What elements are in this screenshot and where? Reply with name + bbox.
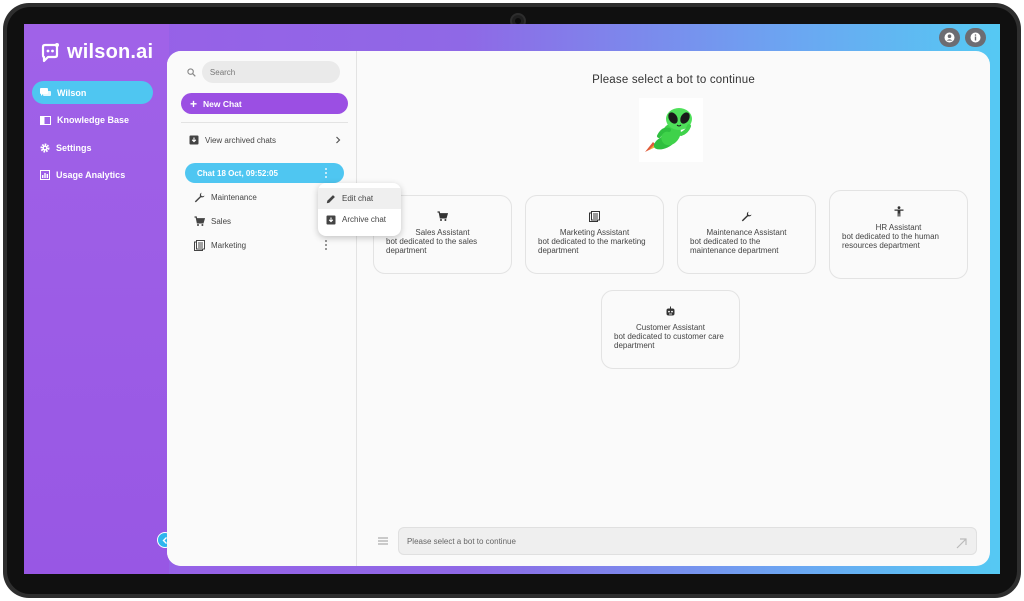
wrench-icon [678,211,815,222]
gear-icon [40,142,50,153]
archive-chat-label: Archive chat [342,215,387,224]
view-archived-chats-link[interactable]: View archived chats [189,133,341,147]
nav-item-label: Wilson [57,87,87,98]
chat-item-label: Maintenance [211,192,257,202]
bot-description: bot dedicated to the sales department [386,237,478,255]
chevron-right-icon [336,136,341,144]
search-icon [187,67,201,77]
newspaper-icon [194,239,205,251]
bot-name: HR Assistant [875,223,922,232]
info-button[interactable] [965,28,986,47]
brand-logo: wilson.ai [39,41,153,64]
account-icon [944,32,955,43]
page-title: Please select a bot to continue [592,74,755,86]
chat-item-label: Chat 18 Oct, 09:52:05 [197,168,278,178]
chat-item-label: Marketing [211,240,247,250]
nav-item-knowledge-base[interactable]: Knowledge Base [32,109,153,132]
chat-bubbles-icon [40,87,51,96]
archive-chat-menu-item[interactable]: Archive chat [318,209,401,230]
archive-icon [189,135,199,145]
brand-name: wilson.ai [67,41,154,63]
bot-description: bot dedicated to customer care departmen… [614,332,724,350]
edit-chat-label: Edit chat [342,194,374,203]
robot-icon [602,306,739,317]
cart-icon [194,215,205,226]
menu-icon[interactable] [371,537,395,545]
info-icon [970,32,981,43]
bot-description: bot dedicated to the maintenance departm… [690,237,779,255]
message-input-box [397,527,977,555]
bot-card-customer[interactable]: Customer Assistant bot dedicated to cust… [601,290,740,369]
wilson-logo-icon [41,42,59,62]
search-bar [187,61,340,83]
message-input[interactable] [406,536,927,546]
account-button[interactable] [939,28,960,47]
nav-item-settings[interactable]: Settings [32,136,153,159]
archived-label: View archived chats [205,135,276,145]
book-icon [40,115,51,125]
divider [181,122,348,123]
chat-item-label: Sales [211,216,232,226]
main-nav: Wilson Knowledge Base Settings Usage Ana… [32,81,153,191]
more-options-icon[interactable] [324,168,328,178]
chat-context-menu: Edit chat Archive chat [318,183,401,236]
main-panel: + New Chat View archived chats Chat 18 O… [167,51,990,566]
bot-card-marketing[interactable]: Marketing Assistant bot dedicated to the… [525,195,664,274]
send-icon[interactable] [956,536,967,554]
nav-item-usage-analytics[interactable]: Usage Analytics [32,164,153,187]
bot-name: Maintenance Assistant [706,228,787,237]
newspaper-icon [526,211,663,222]
chat-sidebar: + New Chat View archived chats Chat 18 O… [167,51,401,566]
bot-description: bot dedicated to the human resources dep… [842,232,939,250]
chat-item-current[interactable]: Chat 18 Oct, 09:52:05 [185,163,344,183]
bot-selection-area: Please select a bot to continue Sales As… [357,51,990,566]
new-chat-button[interactable]: + New Chat [181,93,348,114]
pencil-icon [326,194,335,203]
more-options-icon[interactable] [324,240,328,250]
nav-item-wilson[interactable]: Wilson [32,81,153,104]
bot-name: Customer Assistant [636,323,705,332]
search-input[interactable] [201,61,340,83]
nav-item-label: Knowledge Base [57,115,130,125]
nav-item-label: Settings [56,142,92,153]
alien-mascot-icon [639,98,703,162]
plus-icon: + [190,96,198,111]
top-right-actions [939,28,986,47]
archive-icon [326,215,336,224]
nav-item-label: Usage Analytics [56,170,126,180]
bot-card-hr[interactable]: HR Assistant bot dedicated to the human … [829,190,968,279]
bot-name: Marketing Assistant [559,228,630,237]
chat-item-marketing[interactable]: Marketing [185,235,344,255]
message-composer [371,527,977,555]
bot-description: bot dedicated to the marketing departmen… [538,237,646,255]
person-icon [830,206,967,217]
new-chat-label: New Chat [203,98,242,109]
edit-chat-menu-item[interactable]: Edit chat [318,188,401,209]
wrench-icon [194,192,205,202]
analytics-icon [40,170,50,180]
bot-card-maintenance[interactable]: Maintenance Assistant bot dedicated to t… [677,195,816,274]
app-screen: wilson.ai Wilson Knowledge Base Settings… [24,24,1000,574]
